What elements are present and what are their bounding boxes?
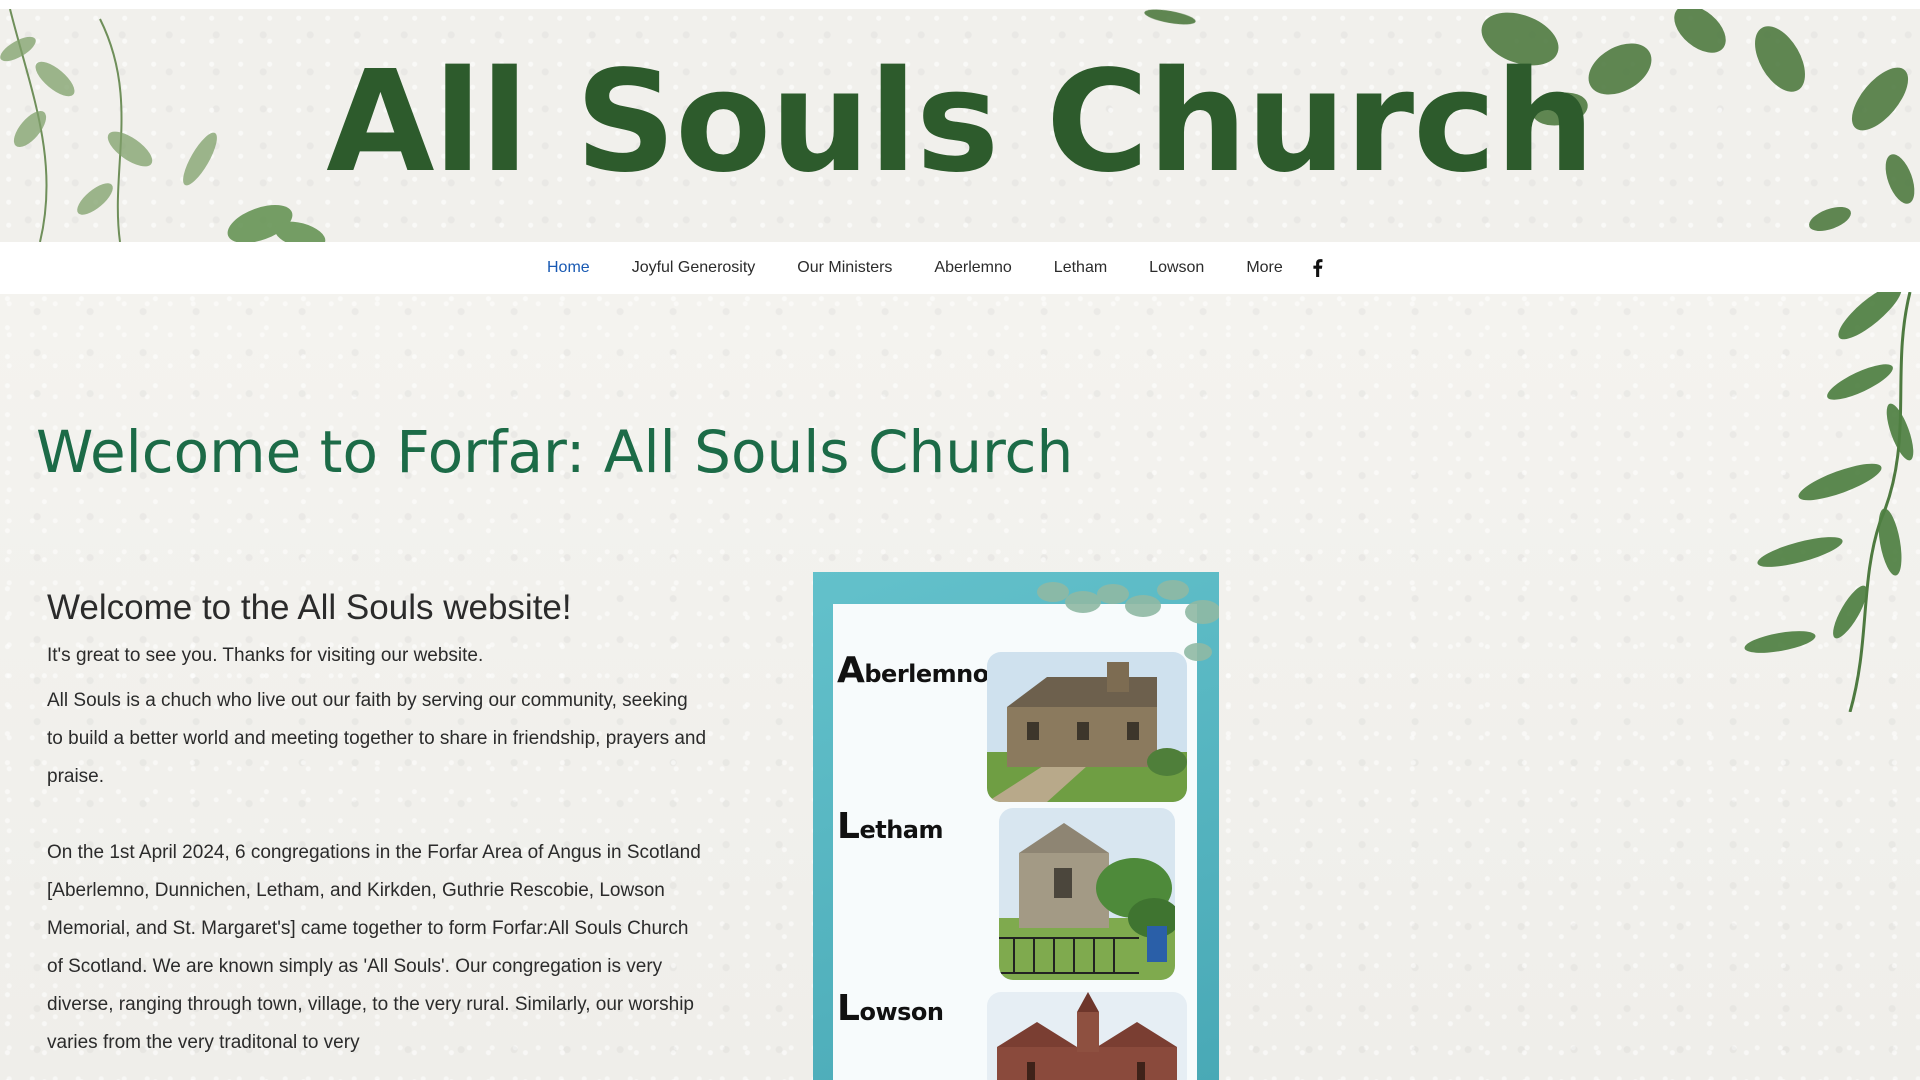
facebook-icon[interactable] xyxy=(1308,258,1328,278)
site-title: All Souls Church xyxy=(326,41,1595,204)
poster-label-rest: etham xyxy=(859,816,943,844)
site-banner: All Souls Church xyxy=(0,9,1920,242)
welcome-section: Welcome to the All Souls website! It's g… xyxy=(47,588,707,1072)
poster-initial: L xyxy=(837,806,860,847)
nav-list: Home Joyful Generosity Our Ministers Abe… xyxy=(526,242,1328,294)
poster-label-lowson: Lowson xyxy=(837,988,944,1029)
nav-item-joyful-generosity[interactable]: Joyful Generosity xyxy=(611,259,777,277)
lowson-church-photo xyxy=(987,992,1187,1080)
nav-item-home[interactable]: Home xyxy=(526,259,611,277)
intro-paragraph: It's great to see you. Thanks for visiti… xyxy=(47,645,484,666)
top-strip xyxy=(0,0,1920,9)
poster-initial: L xyxy=(837,988,860,1029)
poster-label-letham: Letham xyxy=(837,806,943,847)
nav-item-lowson[interactable]: Lowson xyxy=(1128,259,1225,277)
letham-church-photo xyxy=(999,808,1175,980)
nav-item-our-ministers[interactable]: Our Ministers xyxy=(776,259,913,277)
welcome-title: Welcome to the All Souls website! xyxy=(47,588,572,627)
page-heading: Welcome to Forfar: All Souls Church xyxy=(36,418,1074,486)
poster-label-rest: owson xyxy=(859,998,944,1026)
poster-leaves-decoration xyxy=(1037,580,1219,661)
right-vine-decoration xyxy=(1744,292,1914,712)
history-paragraph: On the 1st April 2024, 6 congregations i… xyxy=(47,842,701,1053)
parishes-poster: Aberlemno Letham Lowson xyxy=(813,572,1219,1080)
nav-item-letham[interactable]: Letham xyxy=(1033,259,1128,277)
nav-item-more[interactable]: More xyxy=(1225,259,1303,277)
nav-item-aberlemno[interactable]: Aberlemno xyxy=(913,259,1032,277)
mission-paragraph: All Souls is a chuch who live out our fa… xyxy=(47,690,707,787)
main-navigation: Home Joyful Generosity Our Ministers Abe… xyxy=(0,242,1920,294)
